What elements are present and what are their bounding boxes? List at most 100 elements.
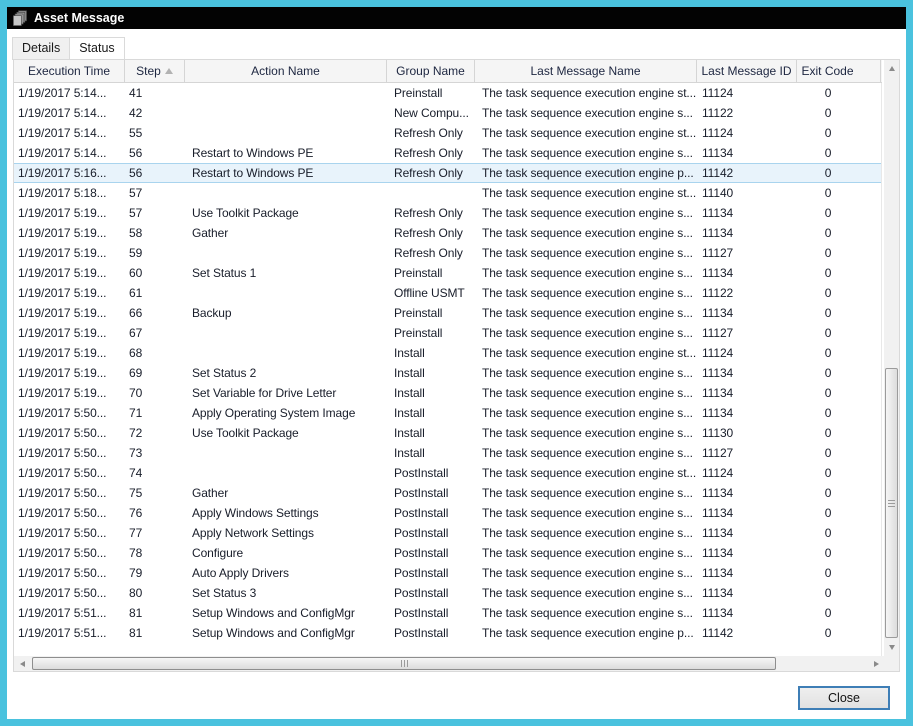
cell: PostInstall xyxy=(387,543,475,563)
cell: 0 xyxy=(797,283,881,303)
cell: Install xyxy=(387,423,475,443)
window-title: Asset Message xyxy=(34,11,124,25)
cell: The task sequence execution engine s... xyxy=(475,403,697,423)
column-header-group-name[interactable]: Group Name xyxy=(387,60,475,82)
scroll-right-button[interactable] xyxy=(868,656,884,671)
status-grid: Execution Time Step Action Name Group Name L… xyxy=(13,59,900,672)
close-button[interactable]: Close xyxy=(798,686,890,710)
cell: 11134 xyxy=(697,223,797,243)
cell: The task sequence execution engine s... xyxy=(475,283,697,303)
cell xyxy=(185,463,387,483)
cell: The task sequence execution engine st... xyxy=(475,463,697,483)
cell: 57 xyxy=(125,203,185,223)
cell: 11134 xyxy=(697,143,797,163)
table-row[interactable]: 1/19/2017 5:19...57Use Toolkit PackageRe… xyxy=(14,203,881,223)
table-row[interactable]: 1/19/2017 5:19...70Set Variable for Driv… xyxy=(14,383,881,403)
cell: Gather xyxy=(185,483,387,503)
column-header-step[interactable]: Step xyxy=(125,60,185,82)
column-header-label: Action Name xyxy=(251,64,320,78)
table-row[interactable]: 1/19/2017 5:14...56Restart to Windows PE… xyxy=(14,143,881,163)
vertical-scrollbar-thumb[interactable] xyxy=(885,368,898,638)
cell: 80 xyxy=(125,583,185,603)
table-row[interactable]: 1/19/2017 5:50...75GatherPostInstallThe … xyxy=(14,483,881,503)
cell: Install xyxy=(387,383,475,403)
cell: 0 xyxy=(797,123,881,143)
cell: 0 xyxy=(797,483,881,503)
cell: The task sequence execution engine s... xyxy=(475,543,697,563)
cell: 67 xyxy=(125,323,185,343)
cell: 76 xyxy=(125,503,185,523)
table-row[interactable]: 1/19/2017 5:50...72Use Toolkit PackageIn… xyxy=(14,423,881,443)
table-row[interactable]: 1/19/2017 5:14...55Refresh OnlyThe task … xyxy=(14,123,881,143)
column-header-label: Group Name xyxy=(396,64,465,78)
cell: 0 xyxy=(797,503,881,523)
table-row[interactable]: 1/19/2017 5:19...60Set Status 1Preinstal… xyxy=(14,263,881,283)
table-row[interactable]: 1/19/2017 5:14...41PreinstallThe task se… xyxy=(14,83,881,103)
table-row[interactable]: 1/19/2017 5:19...61Offline USMTThe task … xyxy=(14,283,881,303)
column-header-action-name[interactable]: Action Name xyxy=(185,60,387,82)
cell: The task sequence execution engine s... xyxy=(475,243,697,263)
table-row[interactable]: 1/19/2017 5:50...74PostInstallThe task s… xyxy=(14,463,881,483)
cell: 59 xyxy=(125,243,185,263)
cell: PostInstall xyxy=(387,503,475,523)
cell: 0 xyxy=(797,343,881,363)
cell: 58 xyxy=(125,223,185,243)
cell: 75 xyxy=(125,483,185,503)
table-row[interactable]: 1/19/2017 5:18...57The task sequence exe… xyxy=(14,183,881,203)
column-header-label: Execution Time xyxy=(28,64,110,78)
column-header-execution-time[interactable]: Execution Time xyxy=(14,60,125,82)
scroll-down-button[interactable] xyxy=(884,639,899,656)
cell: 11134 xyxy=(697,523,797,543)
table-row[interactable]: 1/19/2017 5:19...67PreinstallThe task se… xyxy=(14,323,881,343)
cell: PostInstall xyxy=(387,623,475,643)
cell: 73 xyxy=(125,443,185,463)
column-header-last-message-name[interactable]: Last Message Name xyxy=(475,60,697,82)
cell: 0 xyxy=(797,563,881,583)
cell: Use Toolkit Package xyxy=(185,423,387,443)
horizontal-scrollbar-thumb[interactable] xyxy=(32,657,776,670)
column-header-last-message-id[interactable]: Last Message ID xyxy=(697,60,797,82)
cell: PostInstall xyxy=(387,523,475,543)
cell xyxy=(185,243,387,263)
table-row[interactable]: 1/19/2017 5:50...80Set Status 3PostInsta… xyxy=(14,583,881,603)
horizontal-scrollbar[interactable] xyxy=(14,656,884,671)
scroll-up-button[interactable] xyxy=(884,60,899,77)
cell: Install xyxy=(387,403,475,423)
scroll-left-button[interactable] xyxy=(14,656,30,671)
cell: 42 xyxy=(125,103,185,123)
cell: 1/19/2017 5:19... xyxy=(14,303,125,323)
table-row[interactable]: 1/19/2017 5:19...59Refresh OnlyThe task … xyxy=(14,243,881,263)
table-row[interactable]: 1/19/2017 5:50...77Apply Network Setting… xyxy=(14,523,881,543)
cell: 79 xyxy=(125,563,185,583)
cell: 11134 xyxy=(697,543,797,563)
cell: PostInstall xyxy=(387,563,475,583)
table-row[interactable]: 1/19/2017 5:19...69Set Status 2InstallTh… xyxy=(14,363,881,383)
cell xyxy=(185,283,387,303)
table-row[interactable]: 1/19/2017 5:50...78ConfigurePostInstallT… xyxy=(14,543,881,563)
titlebar[interactable]: Asset Message xyxy=(7,7,906,29)
asset-message-window: Asset Message Details Status Execution T… xyxy=(0,0,913,726)
table-row[interactable]: 1/19/2017 5:19...66BackupPreinstallThe t… xyxy=(14,303,881,323)
table-row[interactable]: 1/19/2017 5:50...76Apply Windows Setting… xyxy=(14,503,881,523)
table-row[interactable]: 1/19/2017 5:50...73InstallThe task seque… xyxy=(14,443,881,463)
triangle-left-icon xyxy=(20,661,25,667)
table-row[interactable]: 1/19/2017 5:51...81Setup Windows and Con… xyxy=(14,623,881,643)
table-row[interactable]: 1/19/2017 5:16...56Restart to Windows PE… xyxy=(14,163,881,183)
table-row[interactable]: 1/19/2017 5:51...81Setup Windows and Con… xyxy=(14,603,881,623)
table-row[interactable]: 1/19/2017 5:14...42New Compu...The task … xyxy=(14,103,881,123)
cell: 11127 xyxy=(697,323,797,343)
table-row[interactable]: 1/19/2017 5:19...58GatherRefresh OnlyThe… xyxy=(14,223,881,243)
cell: Setup Windows and ConfigMgr xyxy=(185,603,387,623)
table-row[interactable]: 1/19/2017 5:50...79Auto Apply DriversPos… xyxy=(14,563,881,583)
tab-details[interactable]: Details xyxy=(12,37,70,60)
column-header-label: Last Message Name xyxy=(530,64,640,78)
cell: 11134 xyxy=(697,483,797,503)
cell: 1/19/2017 5:16... xyxy=(14,164,125,182)
tab-status[interactable]: Status xyxy=(70,37,124,60)
thumb-grip-icon xyxy=(401,660,408,667)
cell: Refresh Only xyxy=(387,243,475,263)
column-header-exit-code[interactable]: Exit Code xyxy=(797,60,881,82)
table-row[interactable]: 1/19/2017 5:19...68InstallThe task seque… xyxy=(14,343,881,363)
vertical-scrollbar[interactable] xyxy=(884,60,899,656)
table-row[interactable]: 1/19/2017 5:50...71Apply Operating Syste… xyxy=(14,403,881,423)
